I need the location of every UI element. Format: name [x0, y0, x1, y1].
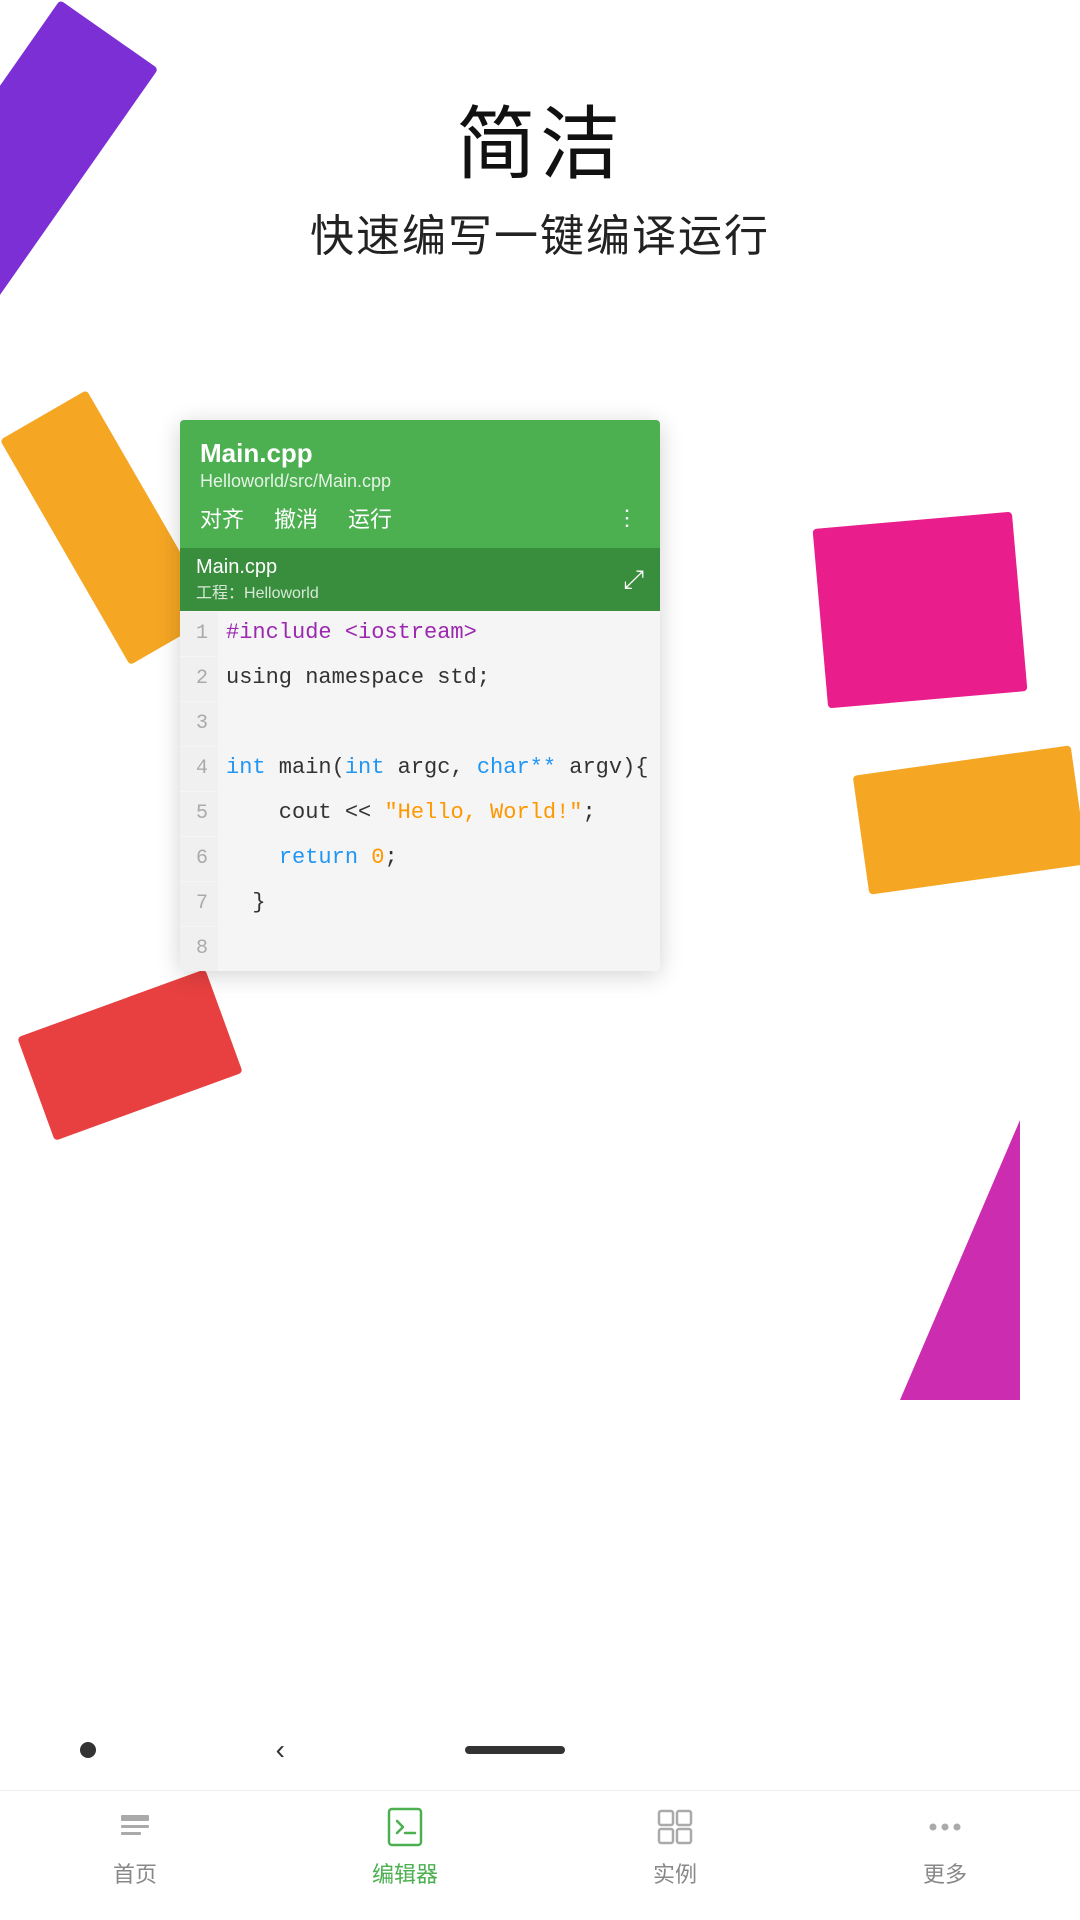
bottom-nav: 首页 编辑器 实例 — [0, 1790, 1080, 1920]
nav-more-label: 更多 — [923, 1857, 967, 1889]
editor-filepath: Helloworld/src/Main.cpp — [200, 471, 640, 492]
back-button[interactable]: ‹ — [276, 1734, 285, 1766]
home-icon — [111, 1803, 159, 1851]
line-num-8: 8 — [180, 927, 218, 971]
code-line-4: 4 int main(int argc, char** argv){ — [180, 746, 660, 791]
decoration-pink-rect — [813, 512, 1028, 709]
page-title: 简洁 — [0, 80, 1080, 196]
code-line-3: 3 — [180, 701, 660, 746]
editor-toolbar: Main.cpp Helloworld/src/Main.cpp 对齐 撤消 运… — [180, 420, 660, 548]
expand-icon[interactable]: ⤢ — [623, 564, 644, 596]
run-button[interactable]: 运行 — [348, 502, 392, 534]
line-num-4: 4 — [180, 747, 218, 791]
line-content-6: return 0; — [218, 836, 660, 880]
code-line-6: 6 return 0; — [180, 836, 660, 881]
more-menu-button[interactable]: ⋮ — [616, 505, 640, 531]
editor-actions: 对齐 撤消 运行 ⋮ — [200, 502, 640, 534]
code-line-1: 1 #include <iostream> — [180, 611, 660, 656]
line-num-5: 5 — [180, 792, 218, 836]
code-line-8: 8 — [180, 926, 660, 971]
nav-editor-label: 编辑器 — [372, 1857, 438, 1889]
editor-filename: Main.cpp — [200, 438, 640, 469]
code-area[interactable]: 1 #include <iostream> 2 using namespace … — [180, 611, 660, 971]
undo-button[interactable]: 撤消 — [274, 502, 318, 534]
nav-more[interactable]: 更多 — [895, 1803, 995, 1889]
line-num-6: 6 — [180, 837, 218, 881]
line-content-1: #include <iostream> — [218, 611, 660, 655]
decoration-magenta-triangle — [900, 1120, 1020, 1400]
code-line-2: 2 using namespace std; — [180, 656, 660, 701]
nav-examples-label: 实例 — [653, 1857, 697, 1889]
line-content-5: cout << "Hello, World!"; — [218, 791, 660, 835]
status-bar: ‹ — [0, 1720, 1080, 1780]
status-dot — [80, 1742, 96, 1758]
editor-window: Main.cpp Helloworld/src/Main.cpp 对齐 撤消 运… — [180, 420, 660, 971]
line-content-3 — [218, 701, 660, 745]
page-subtitle: 快速编写一键编译运行 — [0, 200, 1080, 264]
nav-editor[interactable]: 编辑器 — [355, 1803, 455, 1889]
line-num-2: 2 — [180, 657, 218, 701]
tab-filename[interactable]: Main.cpp — [196, 556, 319, 579]
examples-icon — [651, 1803, 699, 1851]
line-num-7: 7 — [180, 882, 218, 926]
line-content-8 — [218, 926, 660, 970]
decoration-red-bottom — [17, 969, 243, 1141]
nav-home-label: 首页 — [113, 1857, 157, 1889]
home-indicator[interactable] — [465, 1746, 565, 1754]
code-line-5: 5 cout << "Hello, World!"; — [180, 791, 660, 836]
more-icon — [921, 1803, 969, 1851]
line-content-4: int main(int argc, char** argv){ — [218, 746, 660, 790]
line-content-2: using namespace std; — [218, 656, 660, 700]
editor-icon — [381, 1803, 429, 1851]
nav-examples[interactable]: 实例 — [625, 1803, 725, 1889]
align-button[interactable]: 对齐 — [200, 502, 244, 534]
nav-home[interactable]: 首页 — [85, 1803, 185, 1889]
tab-project: 工程：Helloworld — [196, 579, 319, 603]
line-num-3: 3 — [180, 702, 218, 746]
line-num-1: 1 — [180, 612, 218, 656]
editor-tab-bar: Main.cpp 工程：Helloworld ⤢ — [180, 548, 660, 611]
line-content-7: } — [218, 881, 660, 925]
code-line-7: 7 } — [180, 881, 660, 926]
decoration-orange-right — [853, 745, 1080, 894]
editor-tab-info: Main.cpp 工程：Helloworld — [196, 556, 319, 603]
